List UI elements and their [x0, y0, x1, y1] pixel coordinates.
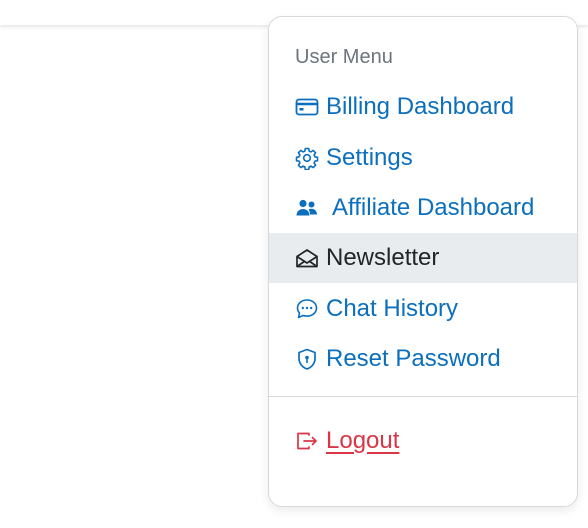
envelope-open-icon — [294, 245, 320, 271]
shield-lock-icon — [294, 346, 320, 372]
people-icon — [294, 195, 320, 221]
credit-card-icon — [294, 94, 320, 120]
menu-item-label: Affiliate Dashboard — [332, 194, 535, 221]
user-dropdown-menu: User Menu Billing Dashboard Settings Aff… — [268, 16, 578, 507]
chat-dots-icon — [294, 296, 320, 322]
logout-button[interactable]: Logout — [269, 416, 577, 466]
box-arrow-right-icon — [294, 428, 320, 454]
menu-item-label: Billing Dashboard — [326, 93, 515, 120]
gear-icon — [294, 145, 320, 171]
menu-item-chat-history[interactable]: Chat History — [269, 284, 577, 334]
menu-item-label: Reset Password — [326, 345, 501, 372]
menu-header: User Menu — [295, 46, 393, 68]
menu-item-label: Settings — [326, 144, 413, 171]
menu-item-billing-dashboard[interactable]: Billing Dashboard — [269, 82, 577, 132]
menu-item-settings[interactable]: Settings — [269, 133, 577, 183]
menu-item-reset-password[interactable]: Reset Password — [269, 334, 577, 384]
menu-item-newsletter[interactable]: Newsletter — [269, 233, 577, 283]
menu-item-affiliate-dashboard[interactable]: Affiliate Dashboard — [269, 183, 577, 233]
logout-label: Logout — [326, 427, 400, 454]
menu-item-label: Chat History — [326, 295, 459, 322]
menu-divider — [269, 396, 577, 397]
menu-item-label: Newsletter — [326, 244, 440, 271]
